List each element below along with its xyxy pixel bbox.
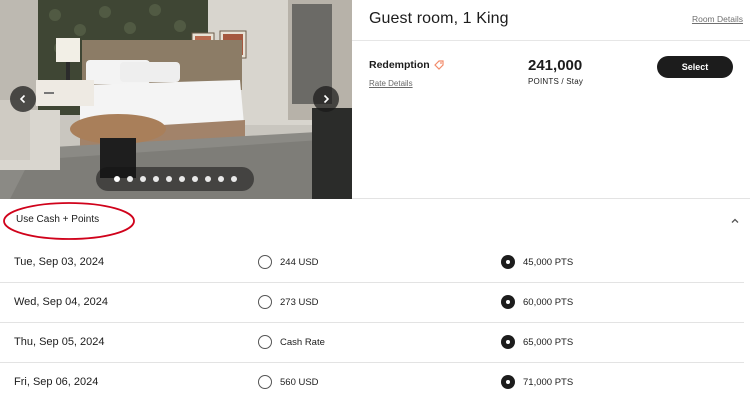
divider <box>352 40 750 41</box>
stay-date: Thu, Sep 05, 2024 <box>14 336 105 348</box>
stay-date: Tue, Sep 03, 2024 <box>14 256 105 268</box>
date-row: Wed, Sep 04, 2024 273 USD 60,000 PTS <box>0 283 744 323</box>
stay-date: Fri, Sep 06, 2024 <box>14 376 99 388</box>
chevron-left-icon <box>19 94 26 104</box>
carousel-dot[interactable] <box>126 176 133 182</box>
points-option[interactable]: 71,000 PTS <box>501 375 573 389</box>
carousel-dot[interactable] <box>191 176 198 182</box>
carousel-dot[interactable] <box>217 176 224 182</box>
cash-radio[interactable] <box>258 255 272 269</box>
cash-radio[interactable] <box>258 335 272 349</box>
carousel-dot[interactable] <box>165 176 172 182</box>
points-amount: 60,000 PTS <box>523 296 574 308</box>
room-title: Guest room, 1 King <box>369 10 509 27</box>
points-radio[interactable] <box>501 295 515 309</box>
points-unit: POINTS / Stay <box>528 77 584 86</box>
carousel-prev-button[interactable] <box>10 86 36 112</box>
room-details-link[interactable]: Room Details <box>692 14 743 24</box>
carousel-dot[interactable] <box>204 176 211 182</box>
points-option[interactable]: 60,000 PTS <box>501 295 573 309</box>
cash-radio[interactable] <box>258 375 272 389</box>
rate-name: Redemption <box>369 59 444 71</box>
carousel-dot[interactable] <box>139 176 146 182</box>
points-option[interactable]: 45,000 PTS <box>501 255 573 269</box>
carousel-next-button[interactable] <box>313 86 339 112</box>
points-amount: 71,000 PTS <box>523 376 574 388</box>
rate-name-label: Redemption <box>369 59 430 71</box>
chevron-up-icon[interactable] <box>729 215 741 227</box>
cash-option[interactable]: 560 USD <box>258 375 319 389</box>
carousel-dot[interactable] <box>230 176 237 182</box>
select-button[interactable]: Select <box>657 56 733 78</box>
stay-date: Wed, Sep 04, 2024 <box>14 296 108 308</box>
points-amount: 65,000 PTS <box>523 336 574 348</box>
date-row: Fri, Sep 06, 2024 560 USD 71,000 PTS <box>0 363 744 400</box>
cash-radio[interactable] <box>258 295 272 309</box>
cash-option[interactable]: Cash Rate <box>258 335 325 349</box>
points-option[interactable]: 65,000 PTS <box>501 335 573 349</box>
carousel-dot[interactable] <box>178 176 185 182</box>
date-row: Tue, Sep 03, 2024 244 USD 45,000 PTS <box>0 243 744 283</box>
cash-amount: Cash Rate <box>280 336 325 348</box>
points-radio[interactable] <box>501 335 515 349</box>
cash-points-list: Tue, Sep 03, 2024 244 USD 45,000 PTS Wed, S… <box>0 243 750 400</box>
carousel-pagination <box>96 167 254 191</box>
points-price: 241,000 <box>528 57 583 74</box>
cash-option[interactable]: 244 USD <box>258 255 319 269</box>
rate-details-link[interactable]: Rate Details <box>369 79 413 88</box>
cash-amount: 273 USD <box>280 296 319 308</box>
highlight-circle-annotation <box>3 202 135 240</box>
points-amount: 45,000 PTS <box>523 256 574 268</box>
room-photo[interactable] <box>0 0 352 199</box>
points-radio[interactable] <box>501 255 515 269</box>
carousel-dot[interactable] <box>113 176 120 182</box>
cash-option[interactable]: 273 USD <box>258 295 319 309</box>
room-card: Guest room, 1 King Room Details Redempti… <box>0 0 750 199</box>
cash-amount: 560 USD <box>280 376 319 388</box>
carousel-dot[interactable] <box>152 176 159 182</box>
points-radio[interactable] <box>501 375 515 389</box>
tag-icon <box>433 60 444 70</box>
cash-amount: 244 USD <box>280 256 319 268</box>
date-row: Thu, Sep 05, 2024 Cash Rate 65,000 PTS <box>0 323 744 363</box>
chevron-right-icon <box>323 94 330 104</box>
